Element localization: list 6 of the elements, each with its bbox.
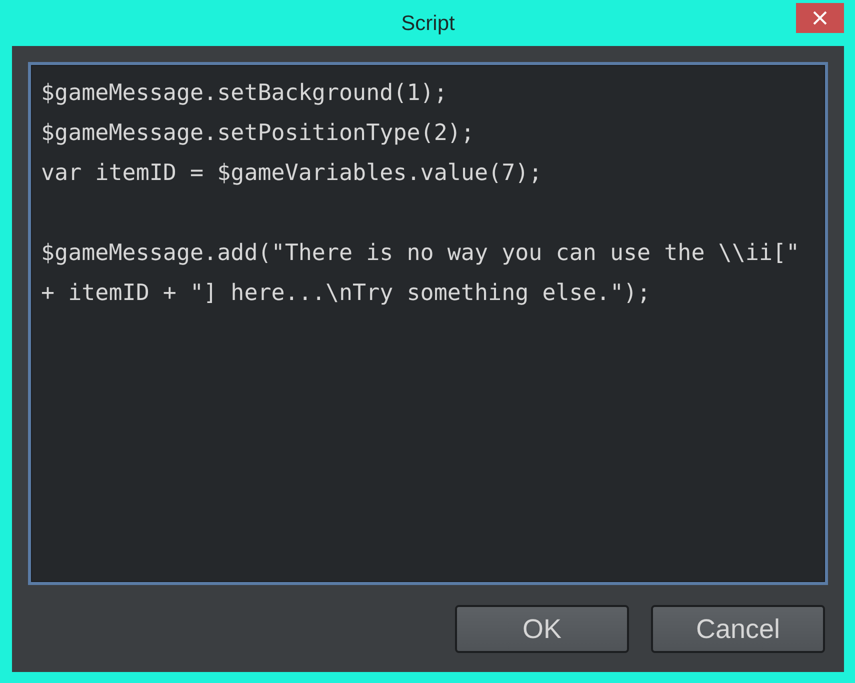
close-button[interactable] xyxy=(796,3,844,33)
close-icon xyxy=(813,11,827,25)
dialog-button[interactable]: Cancel xyxy=(651,605,825,653)
dialog-button[interactable]: OK xyxy=(455,605,629,653)
script-editor[interactable]: $gameMessage.setBackground(1); $gameMessage.setPositionType(2); var itemID = $gameVariables.value(7); $gameMessage.add("There is no way you can use the \\ii[" + itemID + "] here...\nTry something else."); xyxy=(28,62,828,585)
window-title: Script xyxy=(401,11,455,36)
